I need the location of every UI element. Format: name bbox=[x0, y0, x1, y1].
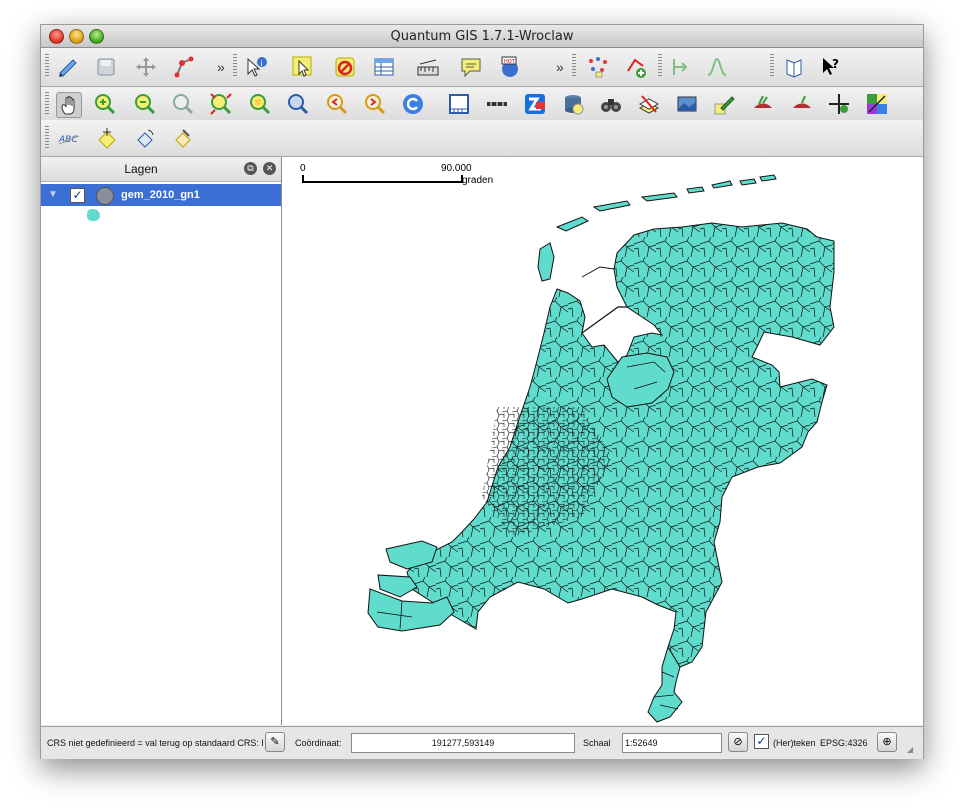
toolbar-grip[interactable] bbox=[233, 54, 237, 78]
coordinate-label: Coördinaat: bbox=[295, 738, 342, 748]
zoom-actual-size-icon[interactable] bbox=[171, 92, 195, 116]
svg-text:i: i bbox=[261, 59, 263, 68]
coordinate-capture-icon[interactable] bbox=[827, 92, 851, 116]
coordinate-field[interactable]: 191277,593149 bbox=[351, 733, 575, 753]
map-canvas[interactable]: 0 90.000 graden bbox=[282, 157, 923, 725]
float-panel-icon[interactable]: ⧉ bbox=[244, 162, 257, 175]
svg-text:?: ? bbox=[832, 57, 839, 71]
toolbar-navigation bbox=[41, 87, 923, 122]
toolbar-grip[interactable] bbox=[572, 54, 576, 78]
toolbar-grip[interactable] bbox=[45, 92, 49, 116]
zoom-to-selection-icon[interactable] bbox=[248, 92, 272, 116]
zoom-next-icon[interactable] bbox=[363, 92, 387, 116]
binoculars-icon[interactable] bbox=[599, 92, 623, 116]
georeferencer-icon[interactable] bbox=[668, 55, 692, 79]
add-wfs-layer-icon[interactable] bbox=[523, 92, 547, 116]
render-checkbox[interactable]: ✓ bbox=[754, 734, 769, 749]
epsg-label[interactable]: EPSG:4326 bbox=[820, 738, 868, 748]
node-tool-icon[interactable] bbox=[172, 55, 196, 79]
measure-icon[interactable] bbox=[416, 55, 440, 79]
toolbar-grip[interactable] bbox=[45, 54, 49, 78]
layers-panel-header: Lagen ⧉ ✕ bbox=[41, 157, 281, 182]
crs-message: CRS niet gedefinieerd = val terug op sta… bbox=[47, 738, 263, 748]
toolbar-overflow[interactable]: » bbox=[217, 59, 225, 75]
layer-properties-icon[interactable] bbox=[637, 92, 661, 116]
zoom-full-icon[interactable] bbox=[209, 92, 233, 116]
zoom-out-icon[interactable] bbox=[133, 92, 157, 116]
toolbar-overflow[interactable]: » bbox=[556, 59, 564, 75]
pencil-edit-icon[interactable] bbox=[713, 92, 737, 116]
refresh-icon[interactable] bbox=[401, 92, 425, 116]
zoom-in-icon[interactable] bbox=[93, 92, 117, 116]
close-panel-icon[interactable]: ✕ bbox=[263, 162, 276, 175]
layers-panel-title: Lagen bbox=[124, 162, 158, 176]
svg-text:HOT: HOT bbox=[504, 59, 516, 65]
toggle-extents-icon[interactable]: ✎ bbox=[265, 732, 285, 752]
add-point-icon[interactable] bbox=[586, 55, 610, 79]
toggle-editing-icon[interactable] bbox=[56, 55, 80, 79]
zoom-to-layer-icon[interactable] bbox=[286, 92, 310, 116]
save-edits-icon[interactable] bbox=[94, 55, 118, 79]
map-tips-icon[interactable] bbox=[459, 55, 483, 79]
move-feature-icon[interactable] bbox=[134, 55, 158, 79]
identify-icon[interactable]: i bbox=[244, 55, 268, 79]
window-title: Quantum GIS 1.7.1-Wroclaw bbox=[390, 29, 574, 44]
status-bar: CRS niet gedefinieerd = val terug op sta… bbox=[41, 726, 923, 759]
whats-this-icon[interactable]: ? bbox=[819, 55, 843, 79]
vector-layer-icon bbox=[96, 187, 114, 205]
grass-tools-icon[interactable] bbox=[751, 92, 775, 116]
change-label-icon[interactable] bbox=[171, 126, 195, 150]
grass-region-icon[interactable] bbox=[790, 92, 814, 116]
toolbar-grip[interactable] bbox=[770, 54, 774, 78]
qgis-window: Quantum GIS 1.7.1-Wroclaw » i HOT » ? La… bbox=[40, 24, 924, 759]
zoom-last-icon[interactable] bbox=[325, 92, 349, 116]
select-features-icon[interactable] bbox=[291, 55, 315, 79]
pan-icon[interactable] bbox=[56, 92, 82, 118]
map-layer-render bbox=[367, 174, 835, 723]
move-label-icon[interactable] bbox=[95, 126, 119, 150]
toolbar-labels: ABC bbox=[41, 120, 923, 157]
scale-field[interactable]: 1:52649 bbox=[622, 733, 722, 753]
rotate-label-icon[interactable] bbox=[133, 126, 157, 150]
toolbar-digitizing: » i HOT » ? bbox=[41, 48, 923, 87]
interpolation-icon[interactable] bbox=[865, 92, 889, 116]
expand-arrow-icon[interactable]: ▼ bbox=[48, 189, 58, 200]
render-label: (Her)teken bbox=[773, 738, 816, 748]
add-postgis-layer-icon[interactable] bbox=[561, 92, 585, 116]
bookmark-icon[interactable]: HOT bbox=[498, 55, 522, 79]
toolbar-grip[interactable] bbox=[45, 126, 49, 150]
add-xy-layer-icon[interactable] bbox=[624, 55, 648, 79]
scale-label: Schaal bbox=[583, 738, 611, 748]
add-raster-layer-icon[interactable] bbox=[675, 92, 699, 116]
projection-icon[interactable]: ⊕ bbox=[877, 732, 897, 752]
layer-visibility-checkbox[interactable]: ✓ bbox=[70, 188, 85, 203]
layer-item[interactable]: ▼ ✓ gem_2010_gn1 bbox=[41, 184, 281, 206]
deselect-icon[interactable] bbox=[333, 55, 357, 79]
toolbar-grip[interactable] bbox=[658, 54, 662, 78]
histogram-icon[interactable] bbox=[705, 55, 729, 79]
labeling-icon[interactable]: ABC bbox=[57, 126, 81, 150]
resize-grip-icon[interactable]: ◢ bbox=[907, 745, 913, 754]
measure-line-icon[interactable] bbox=[485, 92, 509, 116]
stop-render-icon[interactable]: ⊘ bbox=[728, 732, 748, 752]
legend-symbol bbox=[87, 209, 100, 221]
help-contents-icon[interactable] bbox=[782, 55, 806, 79]
attribute-table-icon[interactable] bbox=[372, 55, 396, 79]
netherlands-polygons bbox=[367, 174, 835, 723]
title-bar: Quantum GIS 1.7.1-Wroclaw bbox=[41, 25, 923, 48]
new-print-composer-icon[interactable] bbox=[447, 92, 471, 116]
layer-name: gem_2010_gn1 bbox=[121, 189, 200, 201]
layers-panel: Lagen ⧉ ✕ ▼ ✓ gem_2010_gn1 bbox=[41, 157, 282, 725]
